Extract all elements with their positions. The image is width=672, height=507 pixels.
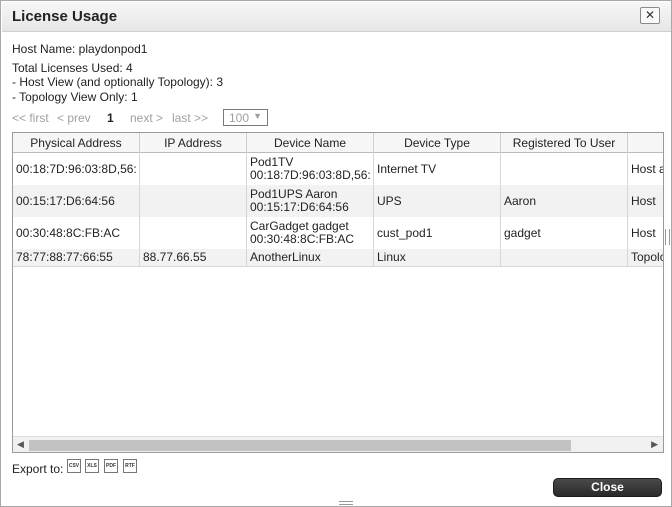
device-type-cell: cust_pod1 bbox=[374, 217, 501, 249]
table-row[interactable]: 00:15:17:D6:64:56 Pod1UPS Aaron 00:15:17:… bbox=[13, 185, 663, 217]
chevron-down-icon: ▼ bbox=[253, 111, 262, 121]
export-xls-icon[interactable]: XLS bbox=[85, 459, 99, 473]
registered-user-cell: gadget bbox=[501, 217, 628, 249]
view-cell: Host a bbox=[631, 161, 664, 176]
ip-address-cell bbox=[140, 185, 247, 217]
export-csv-icon[interactable]: CSV bbox=[67, 459, 81, 473]
horizontal-scrollbar[interactable]: ◀ ▶ bbox=[13, 436, 663, 452]
registered-user-cell: Aaron bbox=[501, 185, 628, 217]
table-header: Physical Address IP Address Device Name … bbox=[13, 133, 663, 153]
export-label: Export to: bbox=[12, 462, 64, 476]
dialog-title: License Usage bbox=[12, 8, 118, 25]
close-button[interactable]: Close bbox=[553, 478, 662, 497]
column-device-type[interactable]: Device Type bbox=[374, 133, 501, 153]
license-table: Physical Address IP Address Device Name … bbox=[12, 132, 664, 453]
page-size-value: 100 bbox=[229, 111, 250, 125]
device-name-cell: Pod1TV 00:18:7D:96:03:8D,56: bbox=[247, 153, 374, 185]
column-registered-user[interactable]: Registered To User bbox=[501, 133, 628, 153]
ip-address-cell bbox=[140, 217, 247, 249]
close-icon[interactable]: ✕ bbox=[640, 7, 660, 24]
column-view[interactable] bbox=[628, 133, 663, 153]
current-page: 1 bbox=[107, 111, 114, 125]
device-name-cell: Pod1UPS Aaron 00:15:17:D6:64:56 bbox=[247, 185, 374, 217]
view-cell: Topolo bbox=[631, 250, 664, 264]
last-page-link[interactable]: last >> bbox=[172, 111, 208, 125]
physical-address-cell: 78:77:88:77:66:55 bbox=[13, 249, 140, 266]
export-rtf-icon[interactable]: RTF bbox=[123, 459, 137, 473]
registered-user-cell bbox=[501, 249, 628, 266]
host-name: Host Name: playdonpod1 bbox=[12, 42, 148, 56]
host-view-count: - Host View (and optionally Topology): 3 bbox=[12, 75, 224, 89]
column-physical-address[interactable]: Physical Address bbox=[13, 133, 140, 153]
physical-address-cell: 00:30:48:8C:FB:AC bbox=[13, 217, 140, 249]
device-type-cell: Internet TV bbox=[374, 153, 501, 185]
topology-only-count: - Topology View Only: 1 bbox=[12, 89, 138, 104]
dialog-titlebar[interactable]: License Usage ✕ bbox=[2, 2, 671, 32]
physical-address-cell: 00:18:7D:96:03:8D,56: bbox=[13, 153, 140, 185]
table-row[interactable]: 00:18:7D:96:03:8D,56: Pod1TV 00:18:7D:96:… bbox=[13, 153, 663, 185]
license-summary: Host Name: playdonpod1 Total Licenses Us… bbox=[12, 42, 223, 104]
scroll-right-icon[interactable]: ▶ bbox=[651, 439, 658, 450]
view-cell: Host bbox=[631, 193, 656, 208]
ip-address-cell bbox=[140, 153, 247, 185]
table-row[interactable]: 78:77:88:77:66:55 88.77.66.55 AnotherLin… bbox=[13, 249, 663, 267]
device-name-cell: CarGadget gadget 00:30:48:8C:FB:AC bbox=[247, 217, 374, 249]
prev-page-link[interactable]: < prev bbox=[57, 111, 91, 125]
table-row[interactable]: 00:30:48:8C:FB:AC CarGadget gadget 00:30:… bbox=[13, 217, 663, 249]
registered-user-cell bbox=[501, 153, 628, 185]
ip-address-cell: 88.77.66.55 bbox=[140, 249, 247, 266]
next-page-link[interactable]: next > bbox=[130, 111, 163, 125]
splitter-grip-icon[interactable] bbox=[665, 229, 670, 245]
device-name-cell: AnotherLinux bbox=[247, 249, 374, 266]
physical-address-cell: 00:15:17:D6:64:56 bbox=[13, 185, 140, 217]
resize-grip-icon[interactable] bbox=[339, 501, 353, 505]
export-pdf-icon[interactable]: PDF bbox=[104, 459, 118, 473]
device-type-cell: UPS bbox=[374, 185, 501, 217]
scroll-left-icon[interactable]: ◀ bbox=[17, 439, 24, 450]
scrollbar-thumb[interactable] bbox=[29, 440, 571, 451]
page-size-select[interactable]: 100 ▼ bbox=[223, 109, 268, 126]
total-licenses: Total Licenses Used: 4 bbox=[12, 60, 133, 75]
license-usage-dialog: License Usage ✕ Host Name: playdonpod1 T… bbox=[0, 0, 672, 507]
first-page-link[interactable]: << first bbox=[12, 111, 49, 125]
column-ip-address[interactable]: IP Address bbox=[140, 133, 247, 153]
view-cell: Host bbox=[631, 225, 656, 240]
column-device-name[interactable]: Device Name bbox=[247, 133, 374, 153]
device-type-cell: Linux bbox=[374, 249, 501, 266]
